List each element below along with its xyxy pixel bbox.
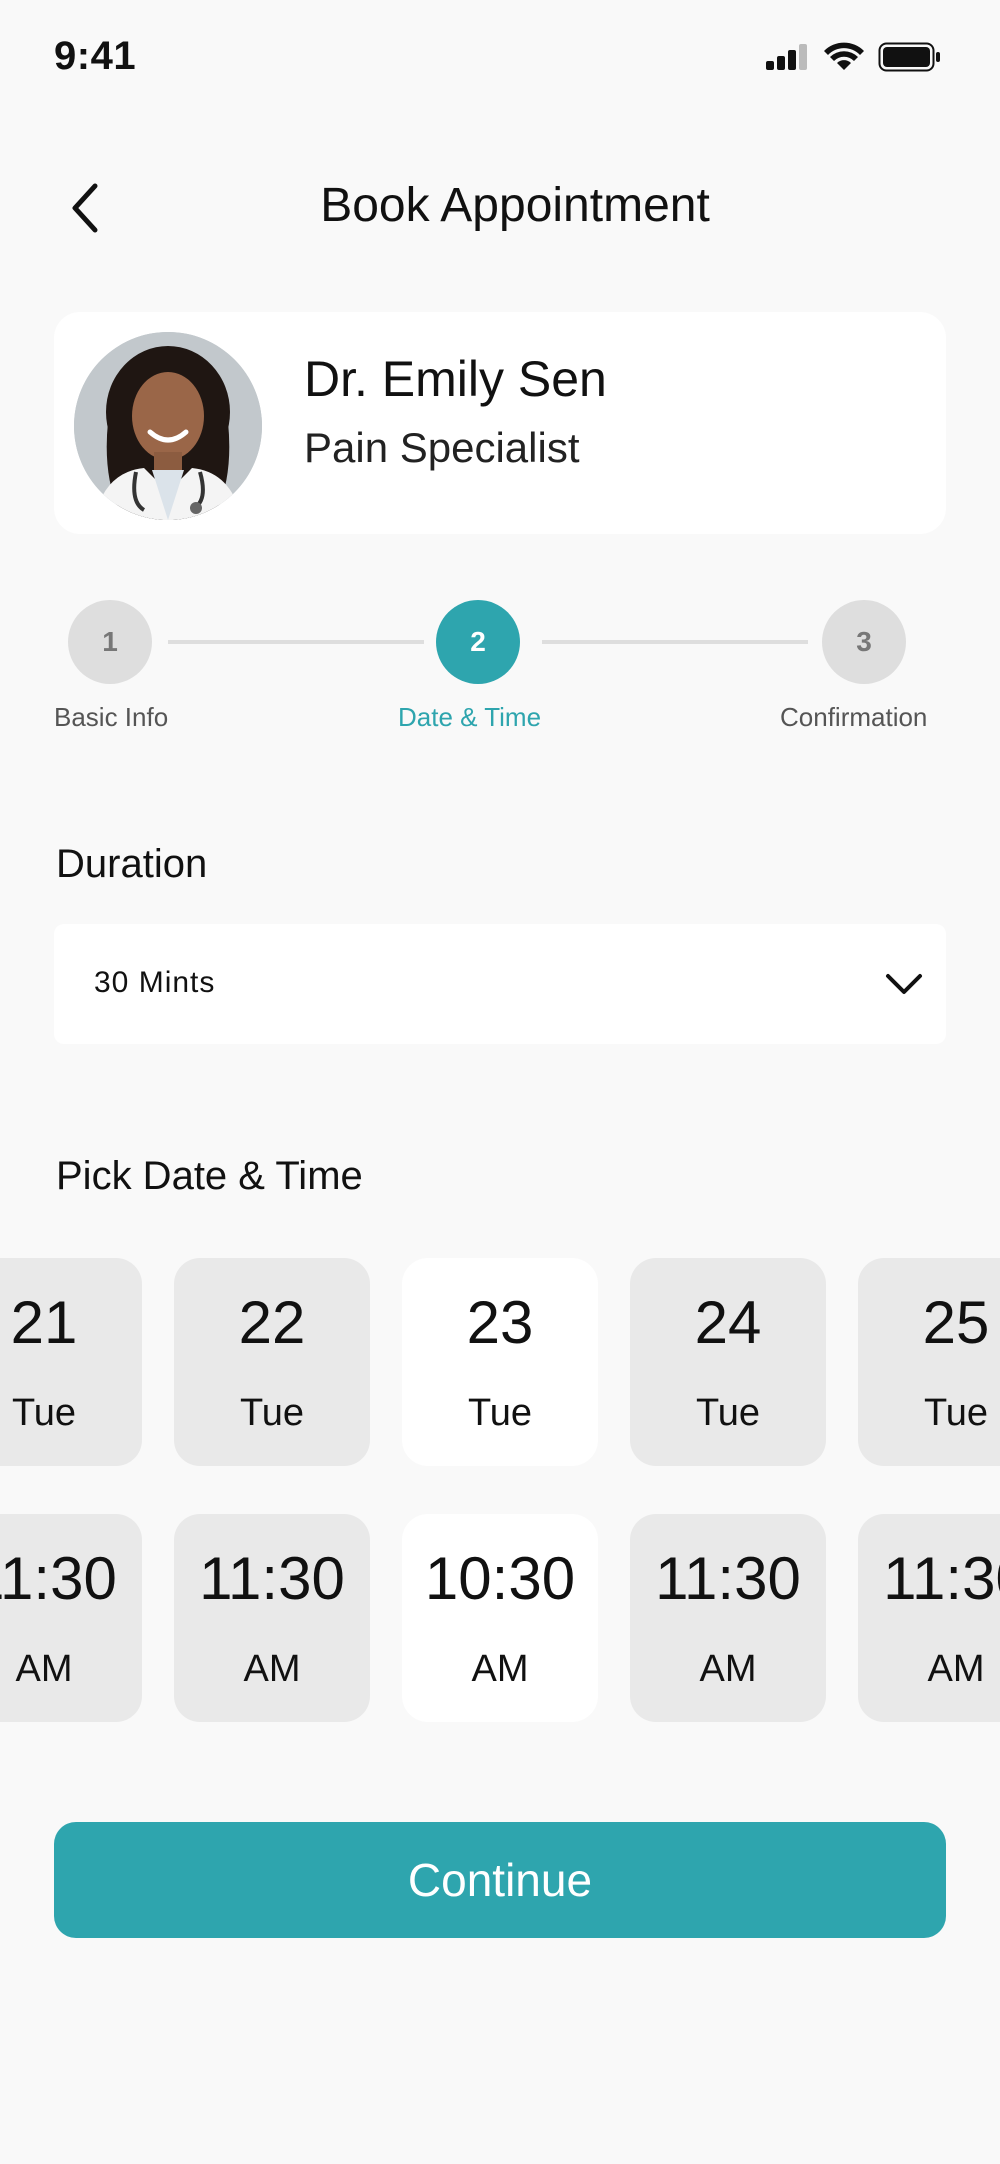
date-tile-selected[interactable]: 23 Tue [402, 1258, 598, 1466]
step-2-label: Date & Time [398, 702, 542, 732]
date-weekday: Tue [923, 1392, 989, 1434]
date-day: 24 [694, 1289, 762, 1356]
duration-value: 30 Mints [94, 966, 216, 999]
time-period: AM [927, 1648, 985, 1690]
step-2-circle[interactable]: 2 [436, 600, 520, 684]
date-tile[interactable]: 22 Tue [174, 1258, 370, 1466]
time-value: 11:30 [199, 1545, 345, 1612]
date-day: 23 [466, 1289, 534, 1356]
date-day: 21 [10, 1289, 78, 1356]
doctor-specialty: Pain Specialist [304, 424, 580, 471]
time-value: 11:30 [0, 1545, 117, 1612]
book-appointment-screen: 9:41 Book Appointment Dr. Emily Sen Pain… [0, 0, 1000, 2164]
doctor-avatar [74, 332, 262, 520]
chevron-down-icon [886, 974, 922, 994]
continue-button[interactable]: Continue [54, 1822, 946, 1938]
date-tile[interactable]: 25 Tue [858, 1258, 1000, 1466]
signal-icon [766, 44, 807, 70]
step-1-circle[interactable]: 1 [68, 600, 152, 684]
time-tile[interactable]: 11:30 AM [858, 1514, 1000, 1722]
date-tile[interactable]: 21 Tue [0, 1258, 142, 1466]
date-tile[interactable]: 24 Tue [630, 1258, 826, 1466]
time-tile[interactable]: 11:30 AM [174, 1514, 370, 1722]
step-3-label: Confirmation [780, 702, 928, 732]
step-connector [542, 640, 808, 644]
doctor-name: Dr. Emily Sen [304, 351, 607, 407]
date-carousel[interactable]: 21 Tue 22 Tue 23 Tue 24 Tue 25 Tue [0, 1258, 1000, 1466]
time-tile[interactable]: 11:30 AM [0, 1514, 142, 1722]
step-1-label: Basic Info [54, 702, 169, 732]
date-day: 22 [238, 1289, 306, 1356]
date-weekday: Tue [695, 1392, 761, 1434]
page-title: Book Appointment [320, 179, 710, 232]
battery-icon [878, 42, 940, 72]
date-weekday: Tue [11, 1392, 77, 1434]
date-day: 25 [922, 1289, 990, 1356]
doctor-card[interactable]: Dr. Emily Sen Pain Specialist [54, 312, 946, 534]
duration-title: Duration [56, 842, 208, 886]
date-weekday: Tue [239, 1392, 305, 1434]
time-carousel[interactable]: 11:30 AM 11:30 AM 10:30 AM 11:30 AM 11:3… [0, 1514, 1000, 1722]
time-value: 11:30 [883, 1545, 1000, 1612]
time-period: AM [15, 1648, 73, 1690]
time-tile[interactable]: 11:30 AM [630, 1514, 826, 1722]
step-connector [168, 640, 424, 644]
status-time: 9:41 [54, 34, 137, 78]
time-tile-selected[interactable]: 10:30 AM [402, 1514, 598, 1722]
time-value: 11:30 [655, 1545, 801, 1612]
time-period: AM [699, 1648, 757, 1690]
duration-dropdown[interactable]: 30 Mints [54, 924, 946, 1044]
wifi-icon [824, 42, 864, 70]
time-value: 10:30 [424, 1545, 576, 1612]
time-period: AM [471, 1648, 529, 1690]
time-period: AM [243, 1648, 301, 1690]
pick-date-time-title: Pick Date & Time [56, 1154, 363, 1198]
step-3-circle[interactable]: 3 [822, 600, 906, 684]
date-weekday: Tue [467, 1392, 533, 1434]
status-icons [766, 42, 942, 72]
booking-stepper: 1 2 3 Basic Info Date & Time Confirmatio… [0, 600, 1000, 740]
